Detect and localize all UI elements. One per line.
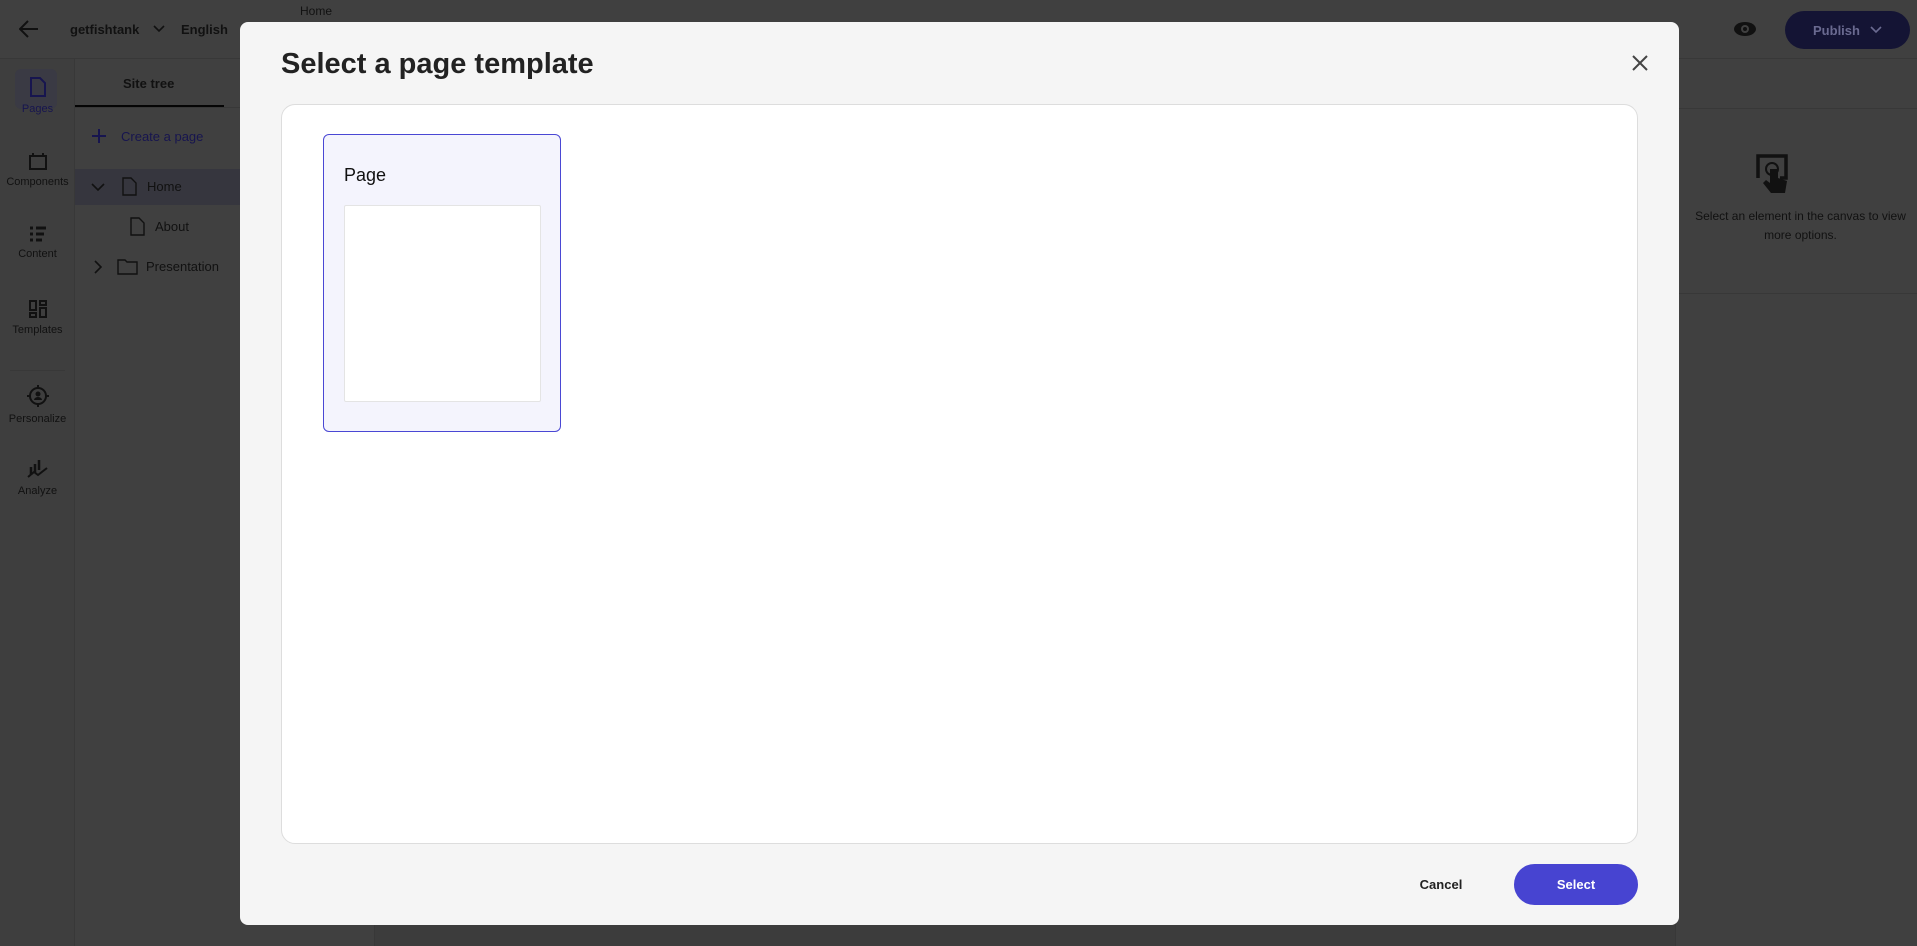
- create-page-button[interactable]: Create a page: [91, 128, 203, 144]
- rail-item-content[interactable]: Content: [0, 226, 75, 260]
- rail-label: Pages: [21, 103, 54, 115]
- tree-item-label: About: [155, 219, 189, 234]
- chevron-right-icon[interactable]: [93, 259, 103, 274]
- properties-hint: Select an element in the canvas to view …: [1695, 209, 1906, 242]
- properties-panel: Select an element in the canvas to view …: [1675, 59, 1917, 946]
- template-card-page[interactable]: Page: [323, 134, 561, 432]
- rail-label: Content: [18, 248, 57, 260]
- content-icon: [29, 226, 46, 242]
- page-icon: [29, 77, 46, 97]
- rail-item-personalize[interactable]: Personalize: [0, 385, 75, 425]
- template-list: Page: [281, 104, 1638, 844]
- tab-site-tree[interactable]: Site tree: [123, 76, 174, 91]
- folder-icon: [117, 259, 138, 275]
- divider: [1676, 293, 1917, 294]
- publish-button[interactable]: Publish: [1785, 11, 1910, 49]
- publish-label: Publish: [1813, 22, 1860, 38]
- rail-item-templates[interactable]: Templates: [0, 300, 75, 336]
- rail-divider: [10, 370, 65, 371]
- chevron-down-icon[interactable]: [91, 182, 105, 192]
- template-name: Page: [344, 165, 387, 185]
- rail-label: Components: [6, 176, 69, 188]
- divider: [1676, 108, 1917, 109]
- left-rail: Pages Components Content Templates Perso…: [0, 59, 75, 946]
- cancel-button[interactable]: Cancel: [1400, 864, 1482, 904]
- select-template-dialog: Select a page template Page Cancel Selec…: [240, 22, 1679, 925]
- tree-item-about[interactable]: About: [130, 217, 189, 236]
- rail-item-pages[interactable]: Pages: [0, 77, 75, 115]
- page-name: Home: [300, 4, 333, 18]
- chevron-down-icon[interactable]: [153, 25, 165, 33]
- site-selector[interactable]: getfishtank: [70, 22, 139, 37]
- select-button[interactable]: Select: [1514, 864, 1638, 905]
- plus-icon: [92, 129, 106, 143]
- templates-icon: [28, 300, 47, 318]
- tree-item-label: Presentation: [146, 259, 219, 274]
- tree-item-home[interactable]: Home: [91, 177, 182, 196]
- rail-label: Personalize: [8, 413, 67, 425]
- touch-select-icon: [1756, 154, 1788, 193]
- create-page-label: Create a page: [121, 128, 204, 144]
- personalize-icon: [26, 385, 49, 407]
- language-selector[interactable]: English: [181, 22, 228, 37]
- components-icon: [28, 153, 47, 170]
- page-icon: [130, 217, 145, 236]
- rail-item-analyze[interactable]: Analyze: [0, 459, 75, 497]
- rail-label: Templates: [12, 324, 63, 336]
- tree-item-label: Home: [147, 179, 182, 194]
- close-icon[interactable]: [1628, 51, 1652, 75]
- back-arrow-icon[interactable]: [19, 20, 39, 38]
- dialog-title: Select a page template: [281, 48, 594, 80]
- chevron-down-icon: [1870, 26, 1882, 34]
- rail-item-components[interactable]: Components: [0, 152, 75, 188]
- eye-icon[interactable]: [1733, 21, 1757, 37]
- template-preview: [344, 205, 541, 402]
- tree-item-presentation[interactable]: Presentation: [93, 258, 219, 275]
- analyze-icon: [26, 460, 48, 478]
- page-icon: [122, 177, 137, 196]
- rail-label: Analyze: [17, 485, 58, 497]
